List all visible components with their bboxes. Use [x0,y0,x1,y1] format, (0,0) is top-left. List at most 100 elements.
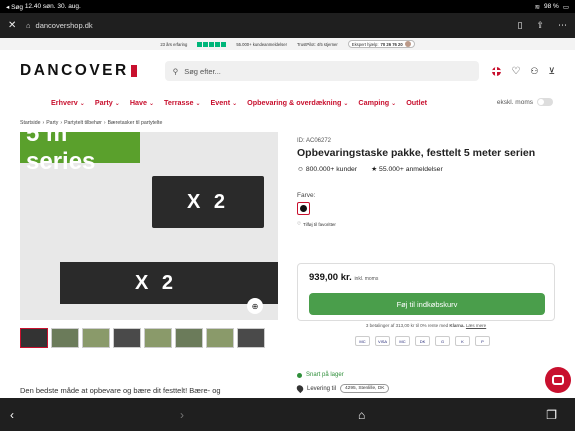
logo[interactable]: DANCOVER [20,62,137,80]
breadcrumb: Startside › Party › Partytelt tilbehør › Bæ… [20,120,162,126]
search-icon: ⚲ [172,66,179,76]
carrier-text: ◂ Søg [6,3,23,11]
nav-label: Erhverv [51,97,78,107]
logo-mark-icon [130,65,137,77]
breadcrumb-link[interactable]: Startside [20,120,40,126]
price: 939,00 kr. inkl. moms [309,272,543,283]
thumbnail[interactable] [113,328,141,348]
vat-switch[interactable] [537,98,553,106]
thumbnail[interactable] [237,328,265,348]
nav-item-erhverv[interactable]: Erhverv ⌄ [51,98,85,107]
vat-toggle[interactable]: ekskl. moms [497,98,553,106]
product-sku: ID: AC06272 [297,138,332,144]
nav-item-outlet[interactable]: Outlet [406,98,427,107]
tabs-button[interactable]: ❐ [546,408,557,422]
status-bar: ◂ Søg 12.40 søn. 30. aug. ≋ 98 % ▭ [0,0,575,13]
share-icon[interactable]: ⇪ [536,20,544,31]
search-placeholder: Søg efter... [184,66,221,76]
chevron-down-icon: ⌄ [232,100,238,107]
expert-help-button[interactable]: Ekspert hjælp: 70 26 76 20 [347,40,415,48]
cart-icon[interactable]: ⊻ [548,66,555,77]
reviews-stat[interactable]: ★ 55.000+ anmeldelser [371,165,443,173]
nav-label: Camping [358,97,390,107]
battery-text: 98 % [544,3,559,10]
stock-text: Snart på lager [306,372,344,378]
add-to-cart-button[interactable]: Føj til indkøbskurv [309,293,545,315]
logo-text: DANCOVER [20,62,129,79]
nav-label: Opbevaring & overdækning [247,97,342,107]
favorites-label: Tilføj til favoritter [303,221,336,227]
time-text: 12.40 [24,3,42,10]
klarna-icon: K [455,336,470,346]
url-field[interactable]: ⌂ dancovershop.dk [26,21,93,30]
back-button[interactable]: ‹ [10,408,14,422]
trust-bar: 23 års erfaring 55.000+ kundeanmeldelser… [0,38,575,50]
bag-image-bottom: X 2 [60,262,278,304]
chevron-down-icon: ⌄ [149,100,155,107]
more-icon[interactable]: ⋯ [558,20,567,31]
klarna-info: 3 betalinger af 313,00 kr til 0% rente m… [297,323,555,328]
trustpilot-stars-icon [197,41,227,47]
product-title: Opbevaringstaske pakke, festtelt 5 meter… [297,147,536,159]
breadcrumb-link[interactable]: Partytelt tilbehør [64,120,102,126]
chevron-down-icon: ⌄ [391,100,397,107]
chat-button[interactable] [545,367,571,393]
thumbnail[interactable] [175,328,203,348]
customers-count: 800.000+ kunder [305,165,358,173]
mobilepay-icon: MC [355,336,370,346]
gpay-icon: G [435,336,450,346]
mastercard-icon: MC [395,336,410,346]
battery-icon: ▭ [562,3,569,11]
nav-label: Party [94,97,113,107]
breadcrumb-link[interactable]: Party [46,120,58,126]
customers-stat: ☺ 800.000+ kunder [297,166,357,173]
thumbnail[interactable] [82,328,110,348]
chevron-down-icon: ⌄ [343,100,349,107]
color-label: Farve: [297,192,316,199]
nav-item-opbevaring[interactable]: Opbevaring & overdækning ⌄ [247,98,348,107]
forward-button[interactable]: › [180,408,184,422]
user-icon[interactable]: ⚇ [530,66,538,77]
smile-icon: ☺ [297,165,304,173]
bag-image-top: X 2 [152,176,264,228]
breadcrumb-sep: › [103,120,106,126]
klarna-text: 3 betalinger af 313,00 kr til 0% rente m… [365,323,449,328]
heart-icon[interactable]: ♡ [511,66,520,77]
klarna-brand: Klarna. [449,323,465,328]
nav-item-terrasse[interactable]: Terrasse ⌄ [164,98,200,107]
search-input[interactable]: ⚲ Søg efter... [164,61,479,81]
chat-icon [552,375,564,385]
thumbnail[interactable] [144,328,172,348]
visa-icon: VISA [375,336,390,346]
nav-item-event[interactable]: Event ⌄ [211,98,238,107]
dankort-icon: DK [415,336,430,346]
home-button[interactable]: ⌂ [358,408,365,422]
chevron-down-icon: ⌄ [114,100,120,107]
klarna-read-more-link[interactable]: Læs mere [466,323,486,328]
chevron-down-icon: ⌄ [79,100,85,107]
delivery-info: Levering til 4295, Stenlille, DK [295,383,390,394]
nav-item-camping[interactable]: Camping ⌄ [358,98,396,107]
series-banner: 5 m series [20,132,140,175]
breadcrumb-sep: › [60,120,63,126]
thumbnail[interactable] [206,328,234,348]
nav-label: Have [129,97,148,107]
product-image[interactable]: 5 m series X 2 X 2 ⊕ [20,132,278,320]
bookmark-icon[interactable]: ▯ [518,20,523,31]
breadcrumb-link[interactable]: Bæretasker til partytelte [108,120,163,126]
zoom-icon[interactable]: ⊕ [247,298,263,314]
danish-flag-icon[interactable] [492,66,502,76]
price-amount: 939,00 kr. [309,272,352,283]
nav-item-party[interactable]: Party ⌄ [95,98,120,107]
price-vat: inkl. moms [354,276,379,282]
thumbnail[interactable] [51,328,79,348]
nav-item-have[interactable]: Have ⌄ [130,98,154,107]
site-header: DANCOVER ⚲ Søg efter... ♡ ⚇ ⊻ [0,50,575,92]
nav-label: Terrasse [164,97,194,107]
color-swatch-black[interactable] [297,202,310,215]
close-tab-button[interactable]: ✕ [8,20,22,31]
heart-icon: ♡ [297,221,302,226]
thumbnail[interactable] [20,328,48,348]
add-to-favorites[interactable]: ♡ Tilføj til favoritter [297,221,555,227]
delivery-location-select[interactable]: 4295, Stenlille, DK [340,384,390,393]
